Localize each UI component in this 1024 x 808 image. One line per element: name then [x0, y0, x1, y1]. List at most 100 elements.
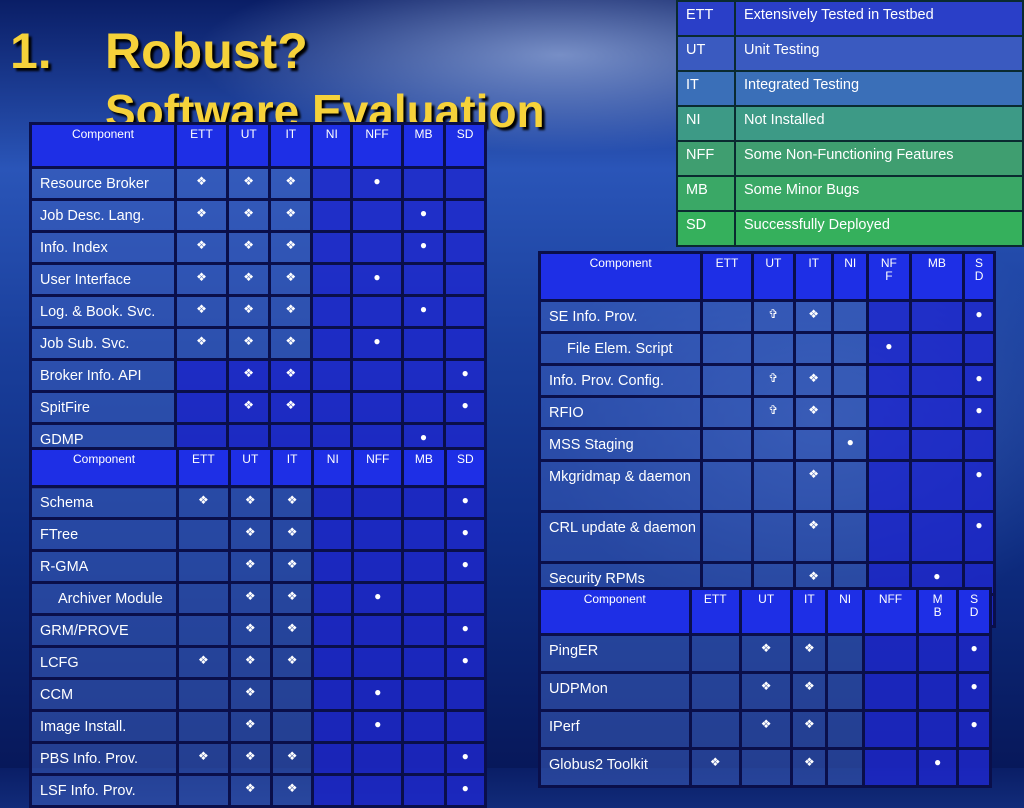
legend-key: UT	[676, 35, 736, 72]
status-mark-sd: ●	[962, 363, 996, 398]
component-name: Image Install.	[28, 709, 180, 744]
status-mark-nff	[861, 633, 920, 674]
legend-desc: Extensively Tested in Testbed	[734, 0, 1024, 37]
component-name: Log. & Book. Svc.	[29, 294, 177, 329]
status-mark-sd	[962, 427, 996, 462]
status-mark-nff	[351, 517, 405, 552]
status-mark-ni	[310, 294, 354, 329]
status-mark-nff	[866, 510, 912, 564]
legend-desc: Not Installed	[734, 105, 1024, 142]
status-mark-ut: ❖	[225, 262, 272, 297]
component-name: File Elem. Script	[537, 331, 704, 366]
component-name: FTree	[28, 517, 180, 552]
table-row: Job Desc. Lang. ❖ ❖ ❖ ●	[29, 198, 487, 233]
status-mark-nff: ●	[351, 709, 405, 744]
table-row: Archiver Module ❖ ❖ ●	[28, 581, 488, 616]
column-header: UT	[225, 122, 272, 169]
status-mark-ett: ❖	[173, 230, 230, 265]
status-mark-sd	[443, 262, 487, 297]
status-mark-ni	[831, 299, 870, 334]
column-header: NI	[310, 122, 354, 169]
table-row: MSS Staging ●	[537, 427, 996, 462]
component-name: R-GMA	[28, 549, 180, 584]
status-mark-mb: ●	[400, 198, 447, 233]
column-header: IT	[793, 251, 835, 302]
status-mark-ett	[176, 709, 231, 744]
status-mark-ett: ❖	[176, 485, 231, 520]
legend-key: MB	[676, 175, 736, 212]
status-mark-ut: ✞	[750, 363, 797, 398]
status-mark-nff	[861, 709, 920, 750]
column-header: MB	[400, 122, 447, 169]
component-name: PingER	[538, 633, 692, 674]
status-mark-it: ❖	[269, 645, 315, 680]
status-mark-ni	[311, 549, 355, 584]
legend-key: NFF	[676, 140, 736, 177]
status-mark-ut: ❖	[738, 671, 794, 712]
status-mark-ut	[750, 459, 797, 513]
status-mark-ett: ❖	[176, 741, 231, 776]
status-mark-mb	[401, 549, 447, 584]
page-title: 1. Robust? Software Evaluation	[10, 26, 545, 134]
status-mark-sd: ●	[443, 358, 487, 393]
column-header: UT	[227, 447, 273, 488]
column-header: NFF	[350, 122, 404, 169]
component-name: IPerf	[538, 709, 692, 750]
column-header: Component	[538, 587, 692, 636]
table-row: Mkgridmap & daemon ❖ ●	[537, 459, 996, 513]
status-mark-sd: ●	[443, 741, 488, 776]
status-mark-ut: ❖	[227, 549, 273, 584]
legend-desc: Some Minor Bugs	[734, 175, 1024, 212]
status-mark-sd: ●	[443, 549, 488, 584]
evaluation-table-3: Component ETT UT IT NI NF F MB S D SE Info. Prov…	[537, 251, 996, 628]
status-mark-nff: ●	[866, 331, 912, 366]
table-row: PingER ❖ ❖ ●	[538, 633, 992, 674]
table-row: Info. Prov. Config. ✞ ❖ ●	[537, 363, 996, 398]
status-mark-nff	[350, 230, 404, 265]
status-mark-ni	[310, 390, 354, 425]
status-mark-ni	[831, 363, 870, 398]
column-header: NFF	[351, 447, 405, 488]
table-row: CRL update & daemon ❖ ●	[537, 510, 996, 564]
status-mark-ni	[831, 395, 870, 430]
status-mark-it: ❖	[268, 294, 314, 329]
status-mark-it	[269, 709, 315, 744]
status-mark-ett	[688, 709, 742, 750]
status-mark-sd: ●	[443, 645, 488, 680]
legend-table: ETT Extensively Tested in Testbed UT Unit T…	[676, 0, 1024, 247]
status-mark-nff: ●	[350, 166, 404, 201]
status-mark-ni	[825, 633, 865, 674]
status-mark-sd: ●	[962, 510, 996, 564]
status-mark-ut: ❖	[225, 294, 272, 329]
table-row: LCFG ❖ ❖ ❖ ●	[28, 645, 488, 680]
component-name: Broker Info. API	[29, 358, 177, 393]
status-mark-sd: ●	[956, 671, 992, 712]
table-header-row: Component ETT UT IT NI NF F MB S D	[537, 251, 996, 302]
table-row: Info. Index ❖ ❖ ❖ ●	[29, 230, 487, 265]
status-mark-mb	[916, 709, 960, 750]
component-name: CRL update & daemon	[537, 510, 704, 564]
column-header: SD	[443, 122, 487, 169]
component-name: GRM/PROVE	[28, 613, 180, 648]
component-name: User Interface	[29, 262, 177, 297]
status-mark-ni	[825, 709, 865, 750]
status-mark-ett	[700, 395, 754, 430]
status-mark-ett	[173, 358, 230, 393]
status-mark-mb	[908, 299, 966, 334]
status-mark-it: ❖	[268, 358, 314, 393]
table-row: Broker Info. API ❖ ❖ ●	[29, 358, 487, 393]
title-number: 1.	[10, 23, 52, 79]
status-mark-sd	[443, 198, 487, 233]
status-mark-ni	[311, 581, 355, 616]
status-mark-nff	[351, 773, 405, 808]
status-mark-mb	[908, 459, 966, 513]
legend-desc: Integrated Testing	[734, 70, 1024, 107]
title-line1: Robust?	[105, 23, 308, 79]
status-mark-nff: ●	[350, 326, 404, 361]
status-mark-sd: ●	[956, 709, 992, 750]
evaluation-table-2: Component ETT UT IT NI NFF MB SD Schema ❖ ❖ ❖ ● FTree…	[28, 447, 488, 808]
evaluation-table-1: Component ETT UT IT NI NFF MB SD Resource Broker…	[29, 122, 487, 489]
status-mark-nff	[861, 671, 920, 712]
status-mark-ett: ❖	[173, 166, 230, 201]
column-header: NI	[825, 587, 865, 636]
